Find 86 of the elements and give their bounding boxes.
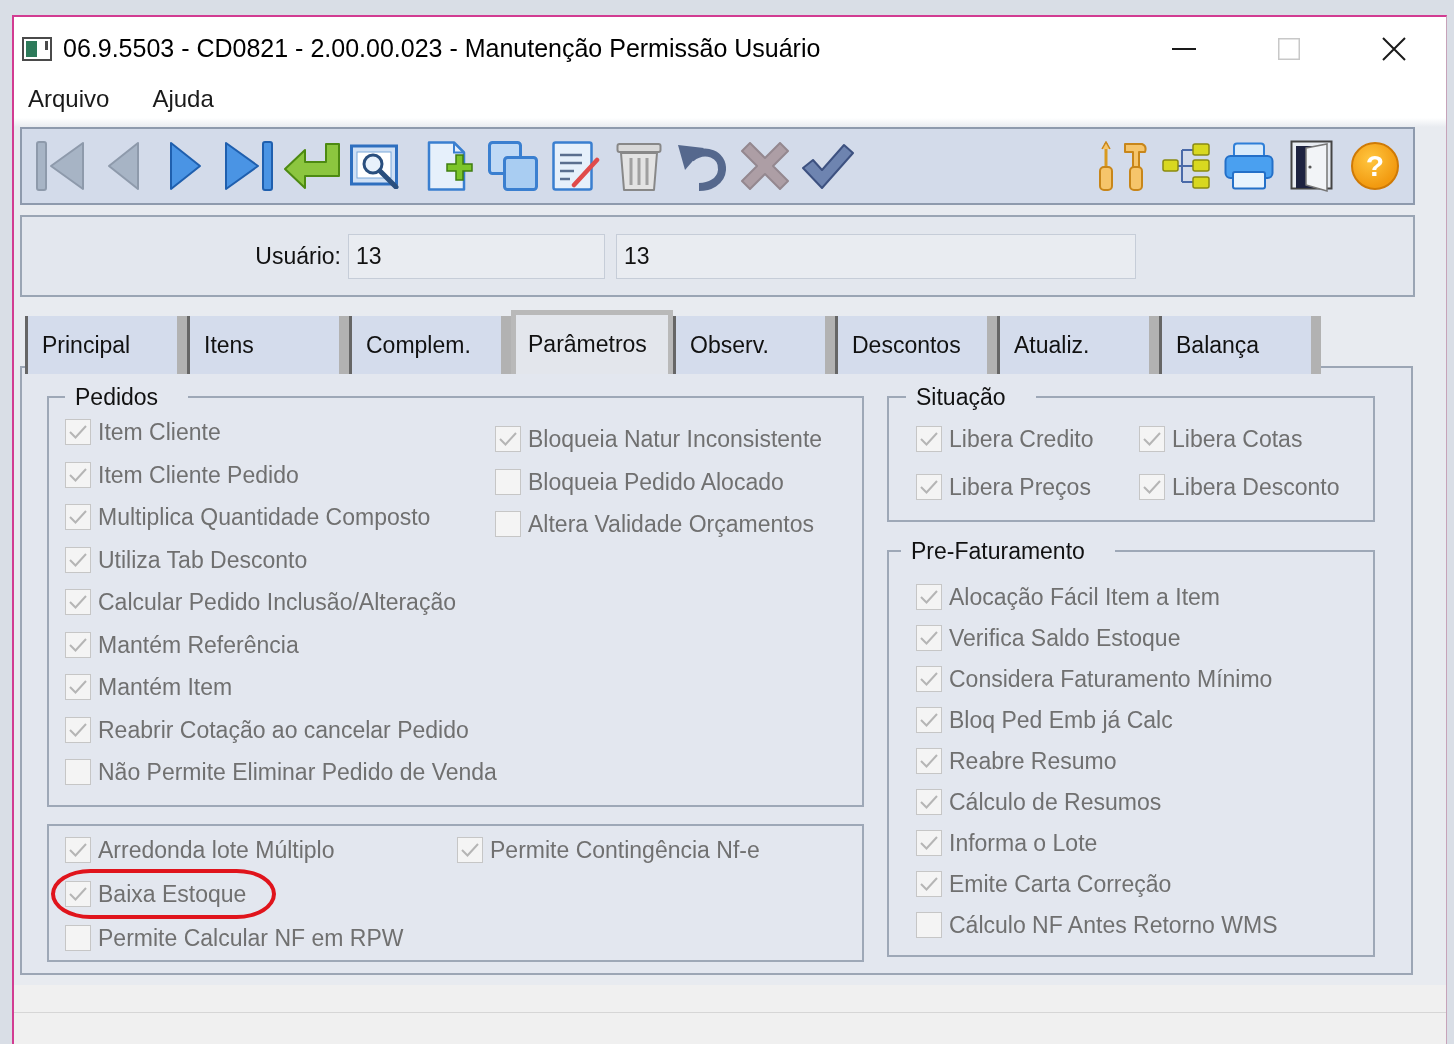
checkmark-icon (920, 589, 938, 604)
tab[interactable]: Atualiz. (997, 316, 1159, 374)
tab[interactable]: Complem. (349, 316, 511, 374)
checkbox-label: Mantém Referência (98, 631, 299, 658)
tab[interactable]: Principal (25, 316, 187, 374)
checkbox-label: Permite Contingência Nf-e (490, 836, 760, 863)
tree-icon[interactable] (1162, 143, 1210, 189)
checkbox-label: Altera Validade Orçamentos (528, 511, 814, 538)
checkmark-icon (1143, 480, 1161, 494)
checkmark-icon (920, 671, 938, 686)
close-icon[interactable] (1381, 36, 1406, 61)
checkmark-icon (920, 480, 938, 494)
tab[interactable]: Itens (187, 316, 349, 374)
checkbox-label: Cálculo NF Antes Retorno WMS (949, 911, 1278, 938)
group-title: Pre-Faturamento (910, 537, 1086, 565)
checkmark-icon (69, 425, 87, 440)
door-icon[interactable] (1290, 140, 1334, 192)
checkmark-icon (69, 637, 87, 652)
checkbox-label: Cálculo de Resumos (949, 788, 1162, 815)
checkmark-icon (920, 876, 938, 891)
checkmark-icon (69, 467, 87, 482)
checkmark-icon (69, 722, 87, 737)
tab[interactable]: Balança (1159, 316, 1321, 374)
checkbox-label: Alocação Fácil Item a Item (949, 583, 1220, 610)
app-icon (22, 36, 52, 61)
checkmark-icon (69, 595, 87, 610)
copy-icon[interactable] (488, 141, 538, 191)
checkmark-icon (920, 432, 938, 446)
checkbox-label: Libera Credito (949, 426, 1094, 452)
checkmark-icon (920, 835, 938, 850)
checkmark-icon[interactable] (802, 143, 854, 189)
checkbox-label: Libera Desconto (1172, 474, 1340, 500)
checkbox-label: Bloqueia Natur Inconsistente (528, 426, 823, 453)
checkbox-label: Permite Calcular NF em RPW (98, 924, 404, 951)
checkbox-label: Verifica Saldo Estoque (949, 624, 1181, 651)
checkmark-icon (1143, 432, 1161, 446)
minimize-icon[interactable] (1171, 47, 1196, 50)
checkbox-label: Mantém Item (98, 674, 233, 701)
checkbox-label: Considera Faturamento Mínimo (949, 665, 1273, 692)
checkbox-label: Arredonda lote Múltiplo (98, 836, 335, 863)
checkmark-icon (69, 680, 87, 695)
checkmark-icon (69, 842, 87, 857)
checkmark-icon (69, 552, 87, 567)
checkmark-icon (920, 630, 938, 645)
checkbox-label: Libera Cotas (1172, 426, 1303, 452)
checkmark-icon (69, 886, 87, 901)
menu-item[interactable]: Ajuda (138, 80, 228, 118)
checkmark-icon (920, 794, 938, 809)
input-field[interactable]: 13 (616, 233, 1136, 279)
field-label: Usuário: (254, 242, 341, 270)
checkbox-label: Calcular Pedido Inclusão/Alteração (98, 589, 456, 616)
magnifier-window-icon[interactable] (350, 143, 400, 189)
checkbox-label: Item Cliente (98, 419, 221, 446)
checkbox-label: Não Permite Eliminar Pedido de Venda (98, 759, 497, 786)
checkmark-icon (461, 842, 479, 857)
tab[interactable]: Descontos (835, 316, 997, 374)
input-field[interactable]: 13 (348, 233, 605, 279)
checkbox-label: Baixa Estoque (98, 880, 247, 907)
checkmark-icon (920, 712, 938, 727)
checkbox-label: Multiplica Quantidade Composto (98, 504, 431, 531)
return-arrow-icon[interactable] (284, 143, 340, 189)
group-title: Pedidos (74, 383, 160, 411)
group-title: Situação (915, 383, 1007, 411)
tab[interactable]: Observ. (673, 316, 835, 374)
checkbox-label: Emite Carta Correção (949, 870, 1172, 897)
checkbox-label: Informa o Lote (949, 829, 1098, 856)
tools-icon[interactable] (1098, 141, 1148, 191)
menu-item[interactable]: Arquivo (14, 80, 124, 118)
checkbox-label: Bloqueia Pedido Alocado (528, 468, 784, 495)
skip-to-end-icon[interactable] (225, 141, 273, 191)
checkmark-icon (69, 510, 87, 525)
tab[interactable]: Parâmetros (511, 310, 673, 374)
printer-icon[interactable] (1224, 142, 1274, 190)
checkbox-label: Utiliza Tab Desconto (98, 546, 308, 573)
window-title: 06.9.5503 - CD0821 - 2.00.00.023 - Manutenção Permissão Usuário (63, 34, 822, 63)
checkmark-icon (920, 753, 938, 768)
checkbox-label: Libera Preços (949, 474, 1091, 500)
checkmark-icon (499, 432, 517, 447)
document-pen-icon[interactable] (552, 141, 600, 191)
checkbox-label: Reabre Resumo (949, 747, 1117, 774)
next-icon[interactable] (170, 141, 202, 191)
document-plus-icon[interactable] (427, 141, 473, 191)
checkbox-label: Item Cliente Pedido (98, 461, 299, 488)
checkbox-label: Bloq Ped Emb já Calc (949, 706, 1173, 733)
checkbox-label: Reabrir Cotação ao cancelar Pedido (98, 716, 469, 743)
trash-icon[interactable] (616, 141, 662, 191)
